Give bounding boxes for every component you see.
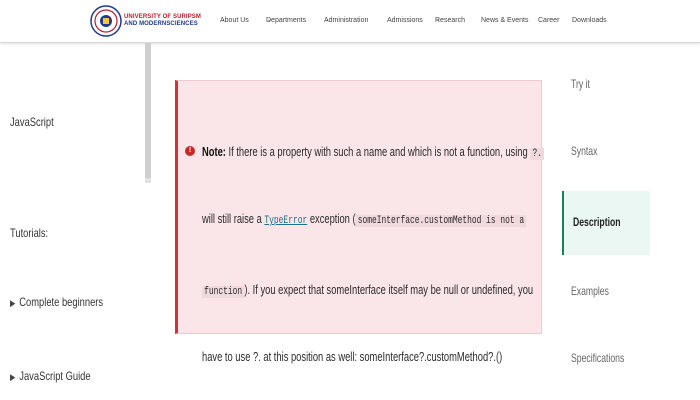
note-text-3: ). If you expect that someInterface itse… bbox=[244, 282, 534, 297]
note-line-1: Note: If there is a property with such a… bbox=[202, 144, 545, 160]
chevron-down-icon: ⌄ bbox=[436, 17, 441, 23]
brand-line-1: UNIVERSITY OF SURIPSM bbox=[124, 14, 202, 20]
brand-line-2: AND MODERNSCIENCES bbox=[124, 21, 198, 27]
info-badge-icon: ! bbox=[185, 146, 195, 156]
sidebar-title[interactable]: JavaScript bbox=[10, 115, 54, 129]
toc-item-syntax[interactable]: Syntax bbox=[562, 124, 650, 188]
chevron-down-icon: ⌄ bbox=[267, 17, 272, 23]
note-line-4: have to use ?. at this position as well:… bbox=[202, 349, 503, 364]
sidebar-item-complete-beginners[interactable]: ▶ Complete beginners bbox=[10, 295, 103, 309]
toc-item-examples[interactable]: Examples bbox=[562, 262, 650, 326]
chevron-down-icon: ⌄ bbox=[325, 17, 330, 23]
sidebar-tutorials-heading: Tutorials: bbox=[10, 226, 49, 240]
sidebar-scrollbar-thumb[interactable] bbox=[145, 43, 151, 178]
toc-item-try-it[interactable]: Try it bbox=[562, 57, 650, 121]
note-line-3: function). If you expect that someInterf… bbox=[202, 282, 533, 298]
sidebar-item-javascript-guide[interactable]: ▶ JavaScript Guide bbox=[10, 369, 91, 383]
table-of-contents: Try it Syntax Description Examples Speci… bbox=[562, 62, 682, 400]
note-text-2b: exception ( bbox=[309, 211, 356, 226]
chevron-down-icon: ⌄ bbox=[221, 17, 226, 23]
university-logo[interactable] bbox=[90, 5, 122, 37]
note-line-2: will still raise a TypeError exception (… bbox=[202, 211, 527, 227]
toc-item-description[interactable]: Description bbox=[562, 191, 650, 255]
note-code-3: function bbox=[202, 286, 245, 298]
note-text-1: If there is a property with such a name … bbox=[228, 144, 528, 159]
triangle-right-icon: ▶ bbox=[10, 372, 16, 382]
toc-item-specifications[interactable]: Specifications bbox=[562, 329, 650, 393]
left-sidebar: JavaScript Tutorials: ▶ Complete beginner… bbox=[0, 43, 151, 400]
brand-name[interactable]: UNIVERSITY OF SURIPSM AND MODERNSCIENCES bbox=[124, 14, 201, 28]
note-label: Note: bbox=[202, 144, 226, 159]
note-text-2a: will still raise a bbox=[202, 211, 262, 226]
typeerror-link[interactable]: TypeError bbox=[264, 215, 307, 227]
note-code-optional-chain: ?. bbox=[530, 148, 545, 160]
note-code-2: someInterface.customMethod is not a bbox=[355, 215, 527, 227]
top-header: UNIVERSITY OF SURIPSM AND MODERNSCIENCES… bbox=[0, 0, 700, 43]
triangle-right-icon: ▶ bbox=[10, 298, 16, 308]
